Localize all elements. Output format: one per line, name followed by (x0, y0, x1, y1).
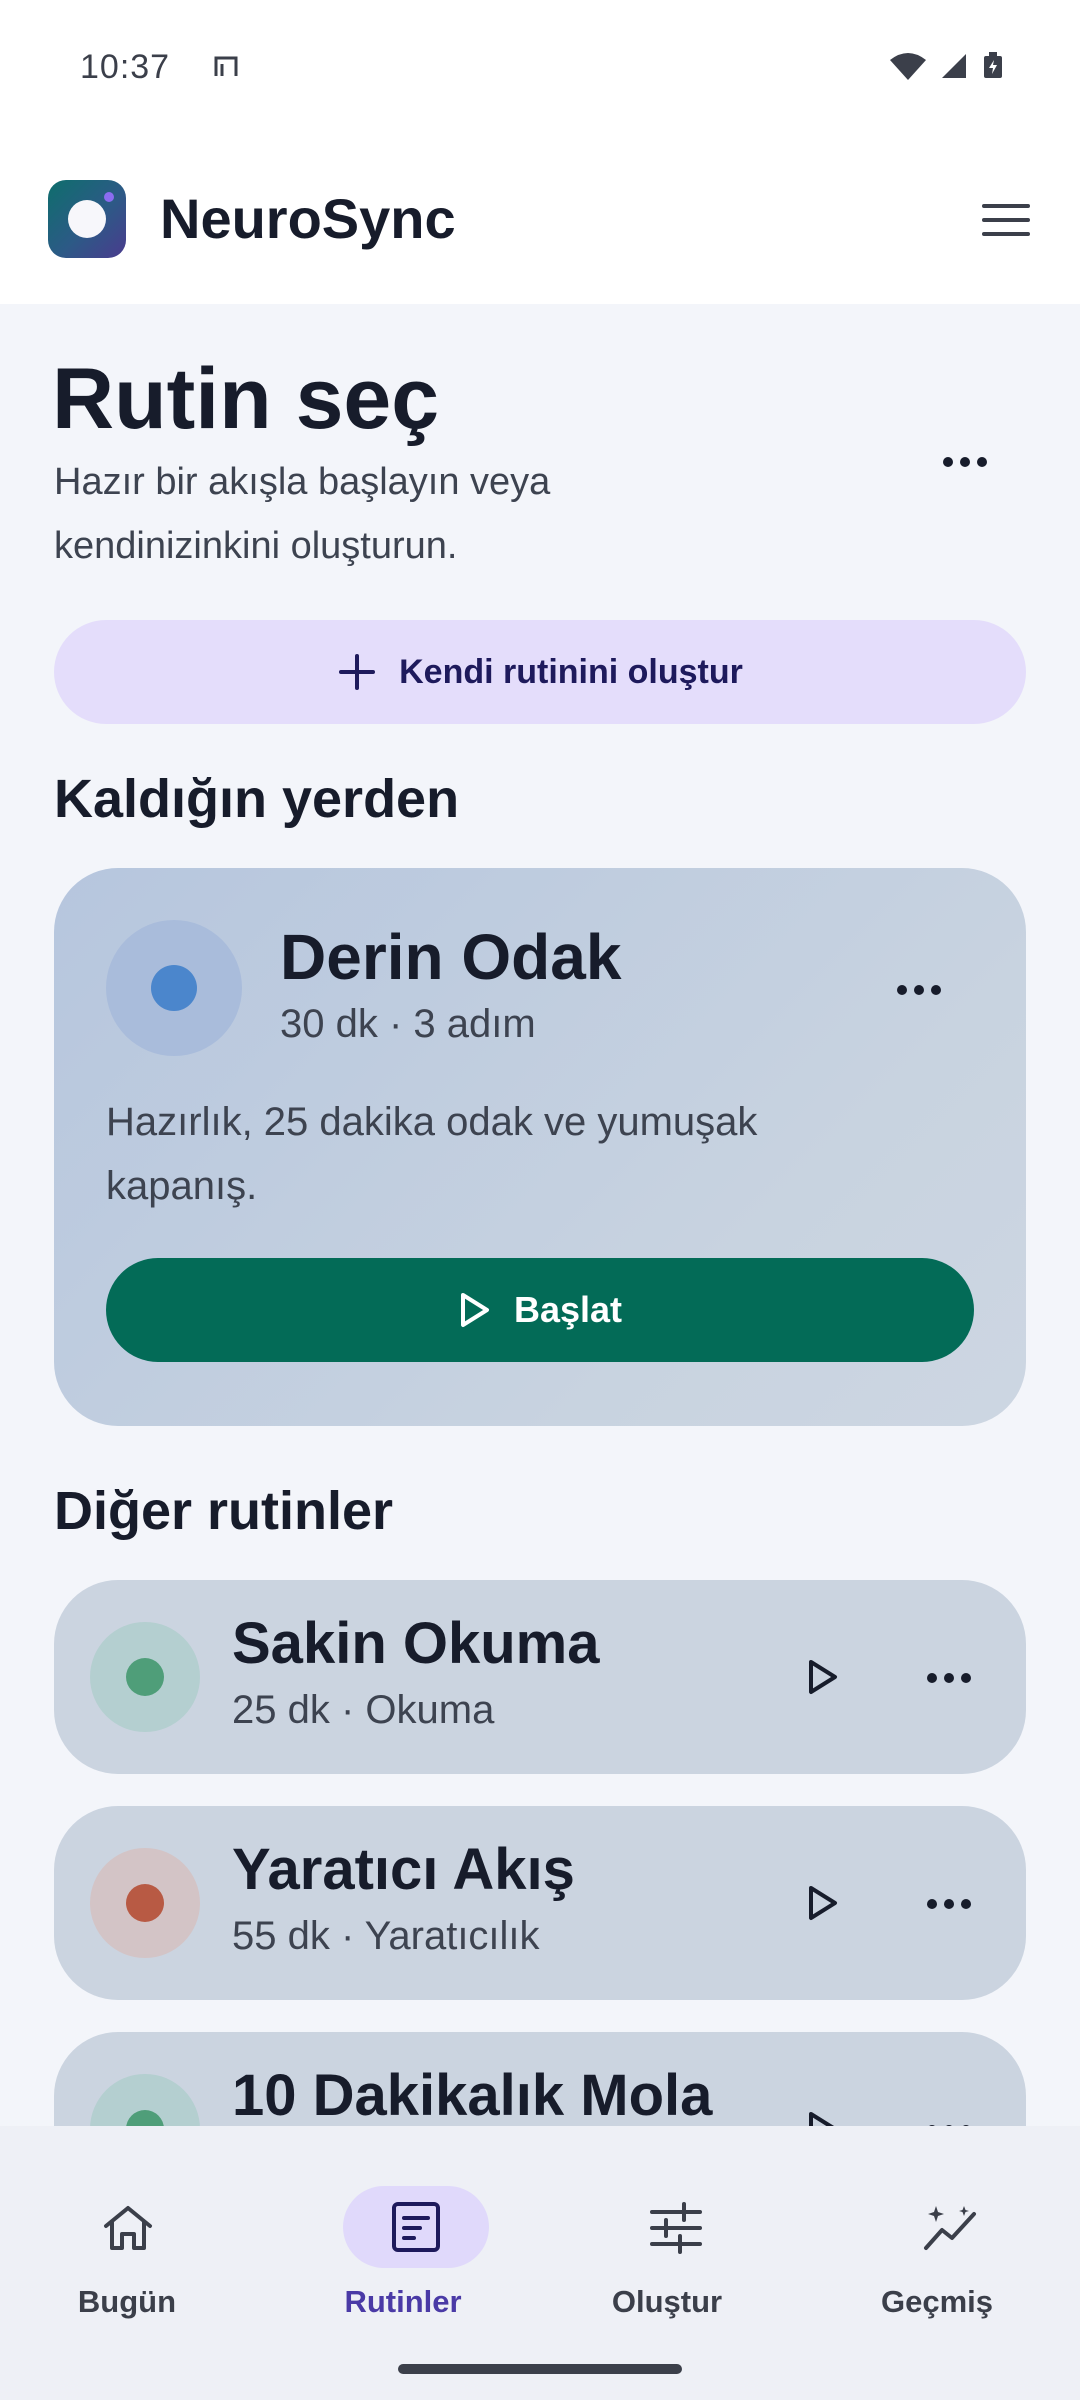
app-title: NeuroSync (160, 187, 456, 250)
page-title: Rutin seç (52, 351, 440, 447)
routine-color-indicator (106, 920, 242, 1056)
sparkle-chart-icon (924, 2206, 976, 2250)
more-options-icon[interactable] (930, 440, 1000, 484)
home-icon (104, 2206, 152, 2250)
status-bar: 10:37 (0, 0, 1080, 120)
page-subtitle: Hazır bir akışla başlayın veya kendinizi… (54, 461, 551, 567)
start-button[interactable]: Başlat (106, 1258, 974, 1362)
routine-name: Yaratıcı Akış (232, 1837, 575, 1902)
start-button-label: Başlat (513, 1289, 623, 1330)
nav-item-create[interactable]: Oluştur (540, 2156, 810, 2319)
screenshot-icon (214, 56, 238, 76)
featured-routine-card[interactable]: Derin Odak 30 dk · 3 adım Hazırlık, 25 d… (54, 868, 1026, 1426)
routine-meta: 30 dk · 3 adım (280, 1002, 536, 1046)
sliders-icon (650, 2202, 702, 2254)
routine-card[interactable]: Yaratıcı Akış 55 dk · Yaratıcılık (54, 1806, 1026, 2000)
routine-meta: 55 dk · Yaratıcılık (232, 1914, 540, 1958)
wifi-icon (890, 53, 926, 80)
create-routine-button[interactable]: Kendi rutinini oluştur (54, 620, 1026, 724)
battery-icon (984, 52, 1002, 78)
plus-icon (339, 654, 376, 690)
nav-label: Geçmiş (880, 2284, 993, 2319)
nav-item-routines[interactable]: Rutinler (268, 2156, 538, 2319)
section-title-other: Diğer rutinler (54, 1481, 394, 1541)
create-routine-label: Kendi rutinini oluştur (399, 652, 743, 691)
nav-label: Rutinler (344, 2284, 462, 2319)
nav-label: Oluştur (611, 2284, 723, 2319)
play-icon (460, 1293, 489, 1327)
nav-label: Bugün (77, 2284, 177, 2319)
app-logo (48, 180, 126, 258)
more-options-icon[interactable] (914, 1656, 984, 1700)
home-indicator[interactable] (398, 2364, 682, 2374)
nav-item-history[interactable]: Geçmiş (810, 2156, 1080, 2319)
routine-name: 10 Dakikalık Mola (232, 2063, 713, 2128)
signal-icon (942, 54, 966, 78)
more-options-icon[interactable] (914, 1882, 984, 1926)
hamburger-menu-icon[interactable] (970, 192, 1042, 248)
screen: 10:37 NeuroSync Rutin seç Hazır bir akış… (0, 0, 1080, 2400)
routine-name: Sakin Okuma (232, 1611, 600, 1676)
play-icon[interactable] (794, 1876, 848, 1930)
bottom-navigation: Bugün Rutinler Oluştur Geçmiş (0, 2126, 1080, 2400)
nav-item-today[interactable]: Bugün (0, 2156, 270, 2319)
routine-description: Hazırlık, 25 dakika odak ve yumuşak kapa… (106, 1100, 758, 1208)
routine-name: Derin Odak (280, 921, 622, 993)
routine-card[interactable]: Sakin Okuma 25 dk · Okuma (54, 1580, 1026, 1774)
routine-color-indicator (90, 1848, 200, 1958)
play-icon[interactable] (794, 1650, 848, 1704)
routine-meta: 25 dk · Okuma (232, 1688, 495, 1732)
routines-icon (392, 2202, 440, 2252)
status-time: 10:37 (80, 48, 171, 86)
routine-color-indicator (90, 1622, 200, 1732)
section-title-continue: Kaldığın yerden (54, 769, 460, 829)
more-options-icon[interactable] (884, 968, 954, 1012)
app-bar: NeuroSync (0, 120, 1080, 304)
